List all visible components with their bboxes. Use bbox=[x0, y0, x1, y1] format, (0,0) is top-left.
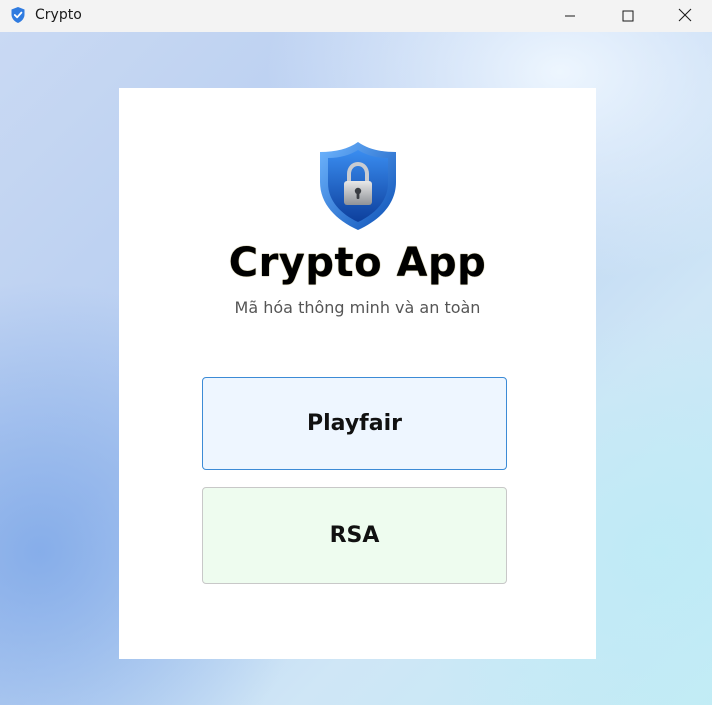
maximize-icon bbox=[622, 7, 634, 26]
minimize-icon bbox=[564, 7, 576, 26]
window-title: Crypto bbox=[35, 7, 82, 23]
minimize-button[interactable] bbox=[541, 0, 599, 32]
app-title: Crypto App bbox=[228, 240, 487, 286]
title-bar[interactable]: Crypto bbox=[0, 0, 712, 32]
playfair-button[interactable]: Playfair bbox=[202, 377, 507, 470]
close-icon bbox=[678, 7, 692, 26]
shield-check-icon bbox=[9, 6, 27, 24]
app-subtitle: Mã hóa thông minh và an toàn bbox=[234, 298, 481, 317]
close-button[interactable] bbox=[656, 0, 712, 32]
app-window: Crypto Crypto App Mã hóa thông minh và a… bbox=[0, 0, 712, 705]
main-card: Crypto App Mã hóa thông minh và an toàn … bbox=[119, 88, 596, 659]
rsa-button[interactable]: RSA bbox=[202, 487, 507, 584]
shield-lock-icon bbox=[316, 140, 400, 232]
maximize-button[interactable] bbox=[599, 0, 657, 32]
